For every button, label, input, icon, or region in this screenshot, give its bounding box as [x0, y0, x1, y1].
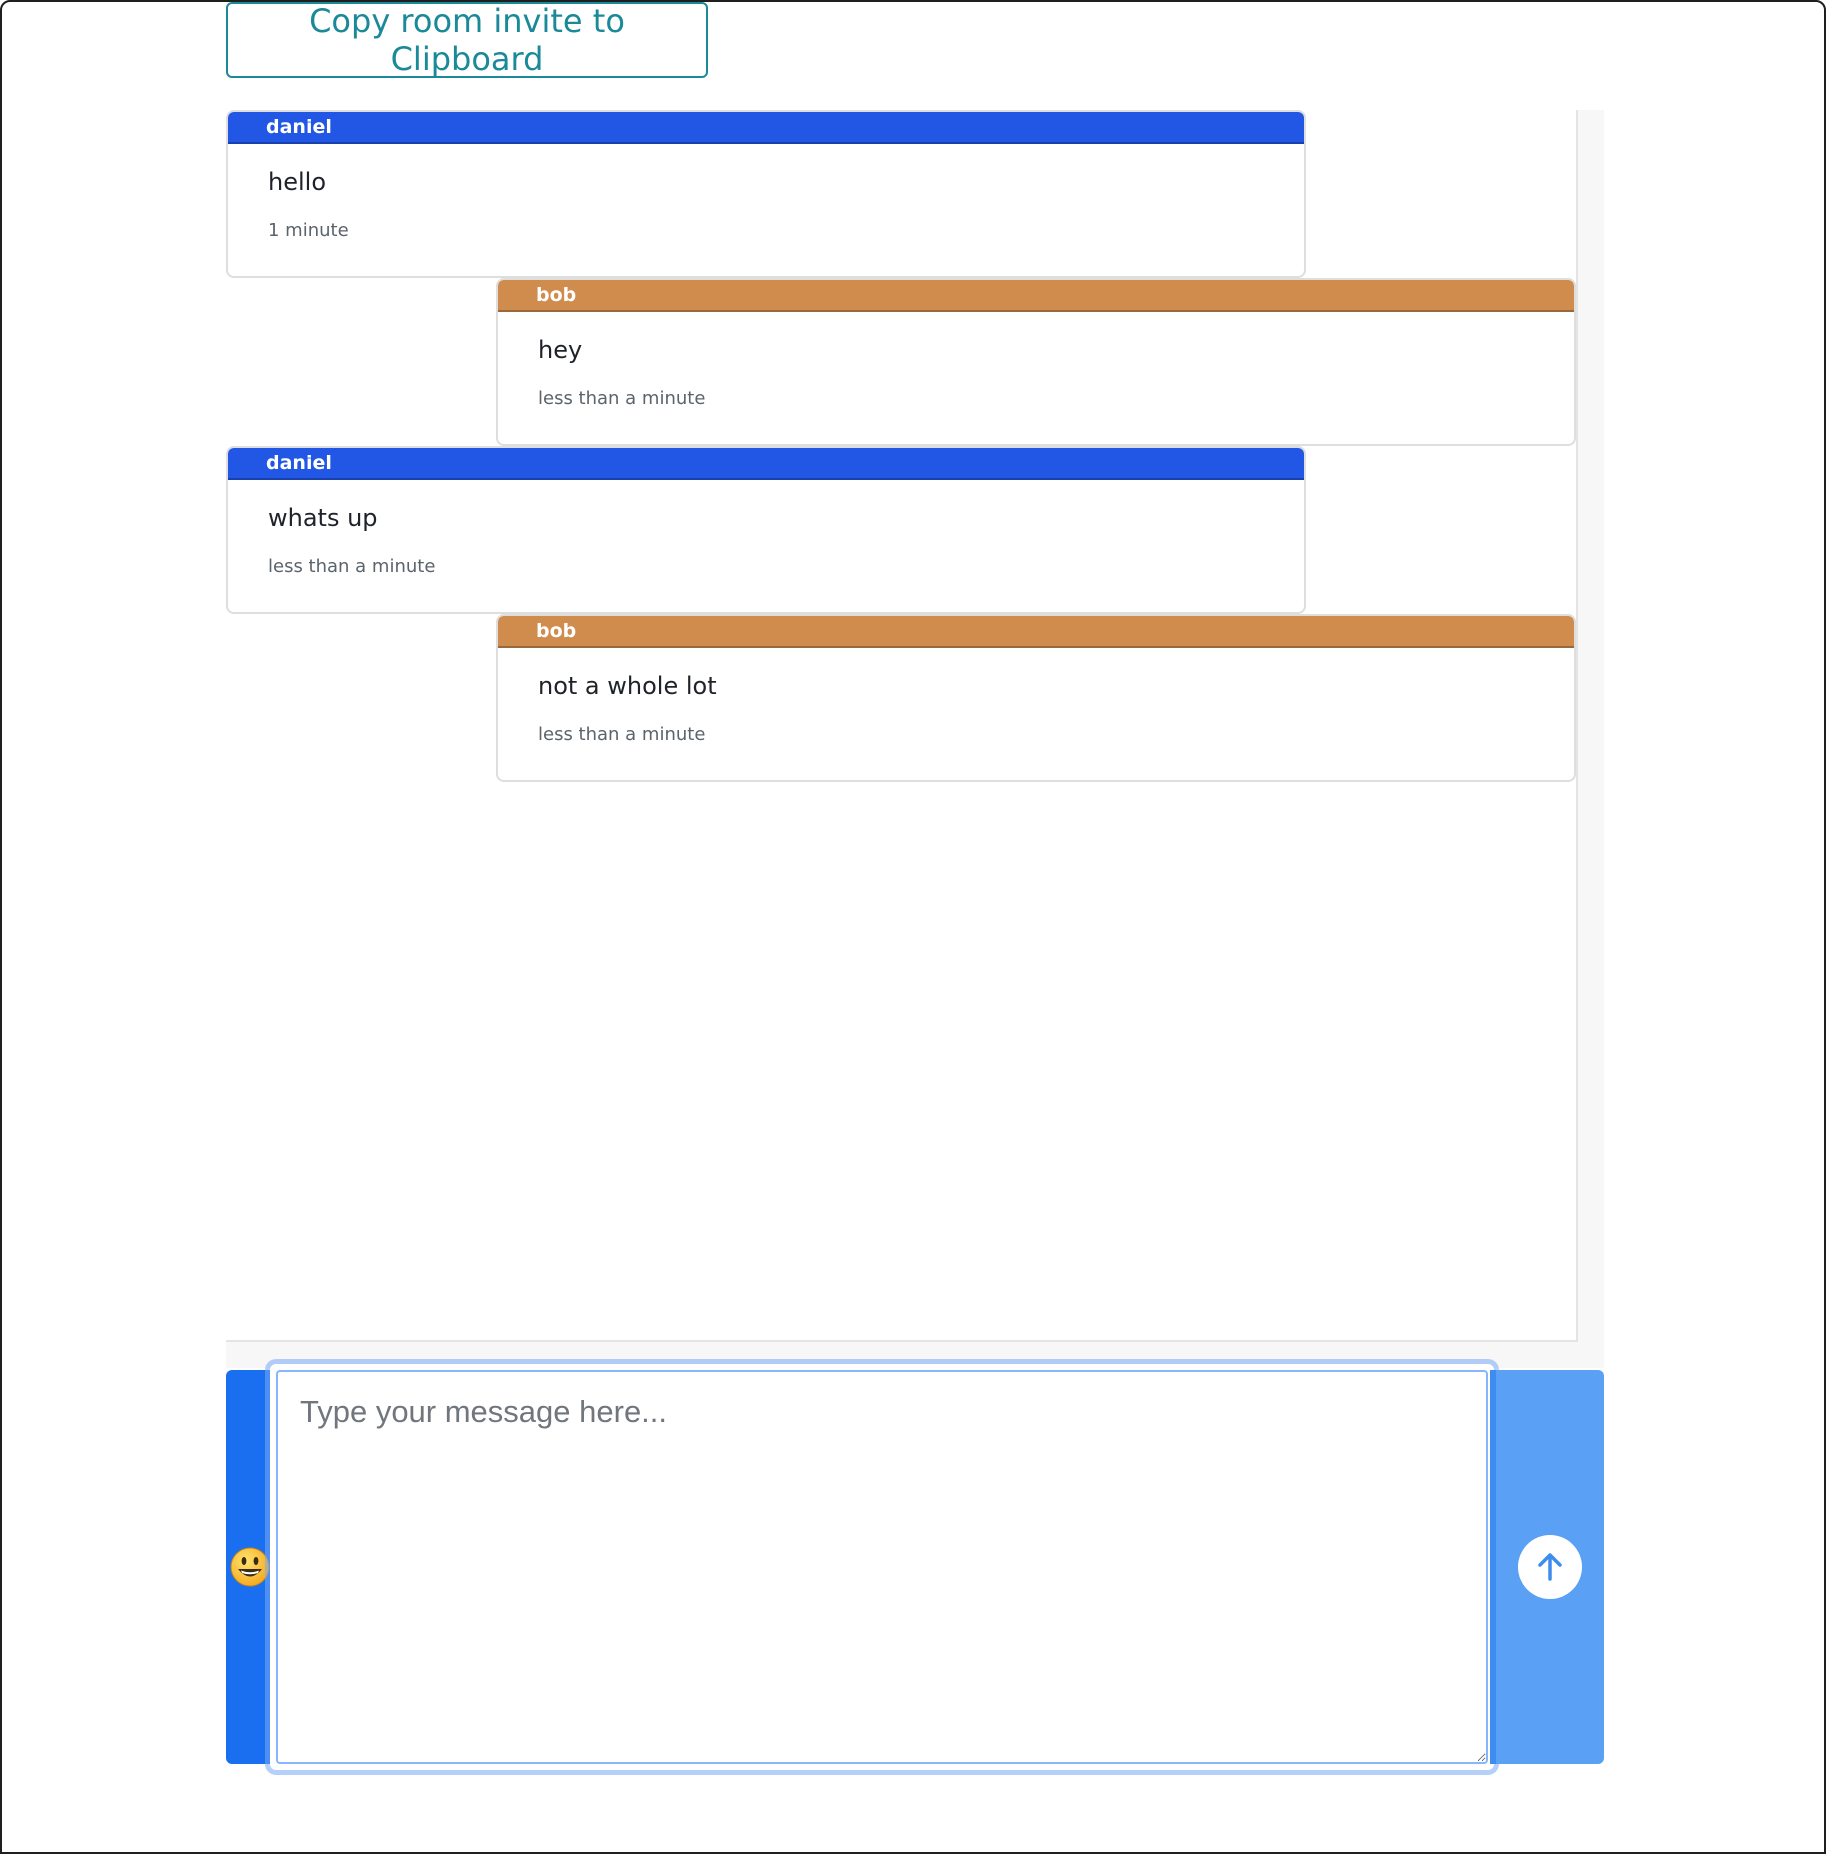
send-button-circle: [1518, 1535, 1582, 1599]
message-input-wrapper: [270, 1364, 1494, 1770]
message-text: not a whole lot: [538, 672, 717, 700]
message-item: bob not a whole lot less than a minute: [496, 614, 1576, 782]
message-text: hey: [538, 336, 583, 364]
smiley-face-icon: [230, 1547, 270, 1587]
message-author: daniel: [228, 448, 1304, 480]
arrow-up-icon: [1538, 1553, 1562, 1581]
message-timestamp: less than a minute: [538, 724, 706, 745]
message-list[interactable]: daniel hello 1 minute bob hey less than …: [226, 110, 1604, 1342]
message-author: daniel: [228, 112, 1304, 144]
copy-room-invite-button[interactable]: Copy room invite to Clipboard: [226, 2, 708, 78]
message-author: bob: [498, 280, 1574, 312]
message-item: daniel whats up less than a minute: [226, 446, 1306, 614]
message-timestamp: less than a minute: [268, 556, 436, 577]
message-item: bob hey less than a minute: [496, 278, 1576, 446]
scrollbar[interactable]: [1576, 110, 1604, 1356]
message-text: whats up: [268, 504, 378, 532]
message-input[interactable]: [276, 1370, 1488, 1764]
message-item: daniel hello 1 minute: [226, 110, 1306, 278]
emoji-button[interactable]: [226, 1370, 274, 1764]
message-text: hello: [268, 168, 326, 196]
message-timestamp: less than a minute: [538, 388, 706, 409]
message-author: bob: [498, 616, 1574, 648]
send-button[interactable]: [1490, 1370, 1604, 1764]
message-timestamp: 1 minute: [268, 220, 349, 241]
